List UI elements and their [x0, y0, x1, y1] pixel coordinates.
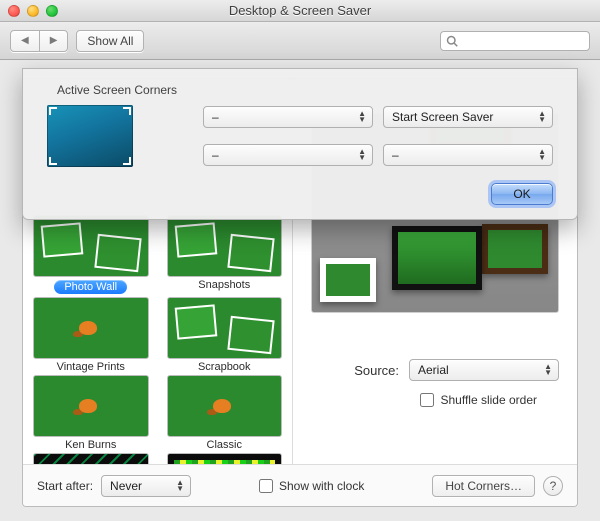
updown-icon: ▲▼: [544, 364, 552, 376]
thumbnail: [33, 297, 149, 359]
back-button[interactable]: ◀: [10, 30, 40, 52]
updown-icon: ▲▼: [538, 111, 546, 123]
show-clock-checkbox[interactable]: [259, 479, 273, 493]
corner-bottom-right-popup[interactable]: – ▲▼: [383, 144, 553, 166]
corner-top-left-popup[interactable]: – ▲▼: [203, 106, 373, 128]
shuffle-label: Shuffle slide order: [440, 393, 537, 407]
thumbnail: [167, 297, 283, 359]
saver-label: Ken Burns: [33, 439, 149, 451]
help-button[interactable]: ?: [543, 476, 563, 496]
corner-bottom-left-popup[interactable]: – ▲▼: [203, 144, 373, 166]
nav-back-forward: ◀ ▶: [10, 30, 68, 52]
content-area: Photo Wall Snapshots Vintage Prints Scra…: [0, 60, 600, 521]
corner-top-right-popup[interactable]: Start Screen Saver ▲▼: [383, 106, 553, 128]
updown-icon: ▲▼: [538, 149, 546, 161]
bottom-bar: Start after: Never ▲▼ Show with clock Ho…: [23, 464, 577, 506]
corner-top-left-value: –: [212, 110, 219, 124]
hot-corners-sheet: Active Screen Corners – ▲▼ Start Screen …: [22, 68, 578, 220]
show-all-button[interactable]: Show All: [76, 30, 144, 52]
saver-vintage-prints[interactable]: Vintage Prints: [33, 297, 149, 373]
sheet-title: Active Screen Corners: [57, 83, 553, 97]
source-value: Aerial: [418, 363, 449, 377]
saver-label-selected: Photo Wall: [54, 280, 127, 294]
shuffle-checkbox-row[interactable]: Shuffle slide order: [420, 393, 559, 407]
minimize-window-button[interactable]: [27, 5, 39, 17]
ok-button[interactable]: OK: [491, 183, 553, 205]
thumbnail: [167, 375, 283, 437]
window-titlebar: Desktop & Screen Saver: [0, 0, 600, 22]
updown-icon: ▲▼: [176, 480, 184, 492]
saver-ken-burns[interactable]: Ken Burns: [33, 375, 149, 451]
saver-label: Scrapbook: [167, 361, 283, 373]
updown-icon: ▲▼: [358, 149, 366, 161]
window-title: Desktop & Screen Saver: [0, 3, 600, 18]
forward-button[interactable]: ▶: [39, 30, 69, 52]
show-clock-label: Show with clock: [279, 479, 364, 493]
chevron-left-icon: ◀: [21, 35, 29, 46]
start-after-label: Start after:: [37, 479, 93, 493]
saver-label: Classic: [167, 439, 283, 451]
toolbar: ◀ ▶ Show All: [0, 22, 600, 60]
thumbnail: [33, 453, 149, 464]
thumbnail: [33, 215, 149, 277]
source-label: Source:: [354, 363, 399, 378]
start-after-popup[interactable]: Never ▲▼: [101, 475, 191, 497]
corner-grid: – ▲▼ Start Screen Saver ▲▼ – ▲▼ – ▲▼: [47, 105, 553, 167]
saver-photo-wall[interactable]: Photo Wall: [33, 215, 149, 295]
updown-icon: ▲▼: [358, 111, 366, 123]
preview-frame: [392, 226, 482, 290]
preview-frame: [320, 258, 376, 302]
close-window-button[interactable]: [8, 5, 20, 17]
search-icon: [446, 35, 458, 47]
saver-label: Vintage Prints: [33, 361, 149, 373]
search-field[interactable]: [440, 31, 590, 51]
saver-extra-2[interactable]: [167, 453, 283, 464]
corner-bottom-left-value: –: [212, 148, 219, 162]
source-popup[interactable]: Aerial ▲▼: [409, 359, 559, 381]
thumbnail: [167, 453, 283, 464]
corner-bottom-right-value: –: [392, 148, 399, 162]
chevron-right-icon: ▶: [50, 35, 58, 46]
thumbnail: [167, 215, 283, 277]
traffic-lights: [8, 5, 58, 17]
saver-classic[interactable]: Classic: [167, 375, 283, 451]
saver-snapshots[interactable]: Snapshots: [167, 215, 283, 295]
monitor-icon: [47, 105, 133, 167]
preview-frame: [482, 224, 548, 274]
start-after-value: Never: [110, 479, 142, 493]
saver-extra-1[interactable]: [33, 453, 149, 464]
saver-scrapbook[interactable]: Scrapbook: [167, 297, 283, 373]
saver-label: Snapshots: [167, 279, 283, 291]
corner-top-right-value: Start Screen Saver: [392, 110, 493, 124]
hot-corners-button[interactable]: Hot Corners…: [432, 475, 535, 497]
shuffle-checkbox[interactable]: [420, 393, 434, 407]
thumbnail: [33, 375, 149, 437]
zoom-window-button[interactable]: [46, 5, 58, 17]
show-clock-row[interactable]: Show with clock: [259, 479, 364, 493]
